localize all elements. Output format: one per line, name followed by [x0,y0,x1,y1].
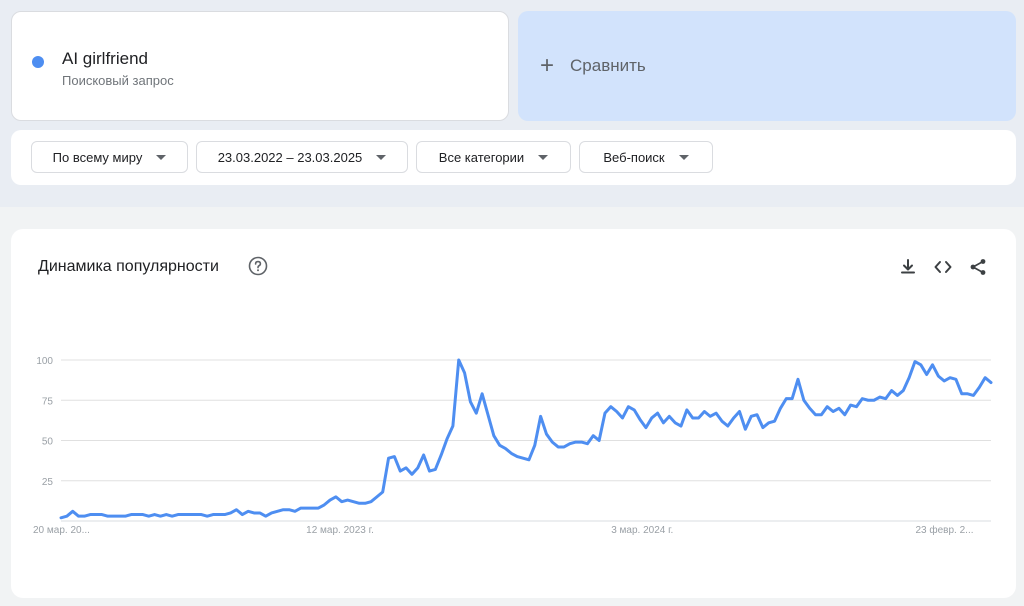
term-type: Поисковый запрос [62,73,174,88]
x-tick-label: 23 февр. 2... [915,524,973,536]
region-filter[interactable]: По всему миру [31,141,188,173]
date-range-filter[interactable]: 23.03.2022 – 23.03.2025 [196,141,408,173]
compare-label: Сравнить [570,56,646,75]
filters-bar: По всему миру 23.03.2022 – 23.03.2025 Вс… [11,130,1016,185]
date-range-filter-label: 23.03.2022 – 23.03.2025 [217,149,363,165]
interest-over-time-card: Динамика популярности 25 50 75 100 20 мар. … [11,229,1016,598]
chevron-down-icon [376,154,387,160]
region-filter-label: По всему миру [52,149,143,165]
x-tick-label: 3 мар. 2024 г. [611,525,673,536]
category-filter[interactable]: Все категории [416,141,571,173]
x-tick-label: 20 мар. 20... [33,525,90,536]
trend-chart: 25 50 75 100 20 мар. 20... 12 мар. 2023 г. 3 … [33,356,993,536]
term-color-dot [32,56,44,68]
search-type-filter-label: Веб-поиск [603,149,665,165]
x-tick-label: 12 мар. 2023 г. [306,525,374,536]
plus-icon: + [540,52,555,79]
chevron-down-icon [678,154,689,160]
chevron-down-icon [156,154,167,160]
compare-button[interactable]: + Сравнить [518,11,1016,121]
y-tick-label: 50 [42,437,54,448]
series-line[interactable] [59,358,993,520]
y-tick-label: 100 [36,356,53,367]
term-name[interactable]: AI girlfriend [62,49,148,69]
category-filter-label: Все категории [438,149,525,165]
search-type-filter[interactable]: Веб-поиск [579,141,713,173]
search-term-card[interactable]: AI girlfriend Поисковый запрос [11,11,509,121]
y-tick-label: 75 [42,396,54,407]
chevron-down-icon [538,154,549,160]
y-tick-label: 25 [42,477,54,488]
